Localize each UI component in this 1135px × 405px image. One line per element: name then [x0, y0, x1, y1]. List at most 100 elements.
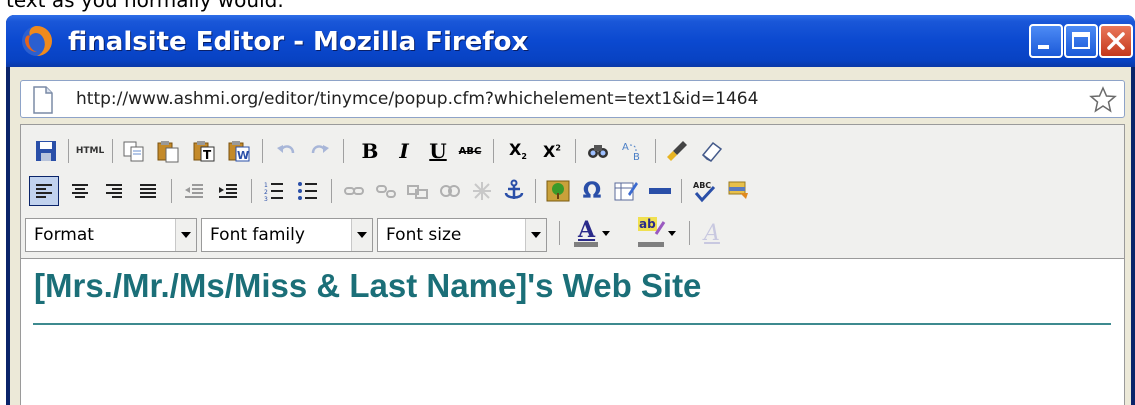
separator: [171, 179, 172, 203]
anchor-button[interactable]: [499, 176, 529, 206]
horizontal-rule-button[interactable]: [645, 176, 675, 206]
minimize-button[interactable]: [1029, 24, 1063, 58]
font-size-select-value: Font size: [386, 225, 462, 245]
font-size-select[interactable]: Font size: [377, 218, 547, 252]
media-button[interactable]: [435, 176, 465, 206]
eraser-button[interactable]: [697, 136, 727, 166]
align-center-button[interactable]: [65, 176, 95, 206]
svg-text:1: 1: [264, 182, 268, 189]
paste-word-icon: W: [228, 141, 250, 162]
table-button[interactable]: [611, 176, 641, 206]
underline-icon: U: [429, 139, 447, 163]
editor-content[interactable]: [Mrs./Mr./Ms/Miss & Last Name]'s Web Sit…: [21, 258, 1124, 405]
browser-window: finalsite Editor - Mozilla Firefox http:…: [6, 15, 1135, 405]
paste-text-button[interactable]: T: [189, 136, 219, 166]
redo-icon: [311, 145, 329, 154]
bullet-list-button[interactable]: [293, 176, 323, 206]
highlight-color-button[interactable]: ab: [633, 217, 679, 248]
style-icon: A: [704, 220, 720, 246]
paste-text-icon: T: [193, 141, 215, 162]
align-right-button[interactable]: [99, 176, 129, 206]
page-heading: [Mrs./Mr./Ms/Miss & Last Name]'s Web Sit…: [34, 267, 702, 304]
separator: [575, 139, 576, 163]
find-button[interactable]: [583, 136, 613, 166]
flash-icon: [473, 182, 491, 200]
bold-button[interactable]: B: [355, 136, 385, 166]
cleanup-button[interactable]: [663, 136, 693, 166]
redo-button[interactable]: [305, 136, 335, 166]
media-icon: [440, 185, 460, 197]
format-select[interactable]: Format: [25, 218, 197, 252]
superscript-button[interactable]: X2: [537, 136, 567, 166]
save-button[interactable]: [31, 136, 61, 166]
paste-word-button[interactable]: W: [224, 136, 254, 166]
svg-text:3: 3: [264, 196, 268, 202]
bullet-list-icon: [298, 182, 317, 200]
separator: [262, 139, 263, 163]
anchor-icon: [504, 179, 524, 199]
numbered-list-icon: 123: [264, 182, 283, 202]
text-color-button[interactable]: A: [569, 217, 613, 248]
indent-button[interactable]: [213, 176, 243, 206]
replace-button[interactable]: AB: [617, 136, 647, 166]
undo-button[interactable]: [271, 136, 301, 166]
window-title: finalsite Editor - Mozilla Firefox: [68, 27, 529, 57]
image-button[interactable]: [403, 176, 433, 206]
strikethrough-button[interactable]: ABC: [455, 136, 485, 166]
separator: [343, 139, 344, 163]
address-bar[interactable]: http://www.ashmi.org/editor/tinymce/popu…: [20, 80, 1125, 118]
title-bar[interactable]: finalsite Editor - Mozilla Firefox: [6, 15, 1135, 67]
underline-button[interactable]: U: [423, 136, 453, 166]
italic-button[interactable]: I: [389, 136, 419, 166]
paste-button[interactable]: [153, 136, 183, 166]
copy-button[interactable]: [119, 136, 149, 166]
insert-image-button[interactable]: [543, 176, 573, 206]
subscript-icon: X2: [509, 140, 527, 162]
svg-text:T: T: [203, 148, 212, 162]
copy-icon: [123, 141, 144, 162]
svg-text:W: W: [237, 149, 249, 162]
strikethrough-icon: ABC: [458, 145, 482, 157]
tinymce-editor: HTML T W B I U ABC X2 X2 A B 1 2 3 Ω ABC…: [20, 124, 1125, 405]
link-button[interactable]: [339, 176, 369, 206]
align-justify-icon: [140, 184, 156, 198]
outdent-button[interactable]: [179, 176, 209, 206]
close-button[interactable]: [1099, 24, 1133, 58]
image-icon: [407, 185, 428, 199]
superscript-icon: X2: [543, 141, 561, 161]
chevron-down-icon: [175, 219, 196, 251]
bookmark-star-icon[interactable]: [1089, 86, 1117, 114]
toolbar-row-1: HTML T W B I U ABC X2 X2 A B: [25, 135, 1117, 169]
maximize-icon: [1072, 32, 1090, 49]
outdent-icon: [185, 184, 203, 198]
special-char-button[interactable]: Ω: [577, 176, 607, 206]
url-text: http://www.ashmi.org/editor/tinymce/popu…: [76, 89, 759, 109]
separator: [331, 179, 332, 203]
spellcheck-button[interactable]: ABC: [689, 176, 719, 206]
style-button[interactable]: A: [697, 218, 727, 248]
paste-icon: [157, 141, 179, 163]
unlink-button[interactable]: [371, 176, 401, 206]
indent-icon: [219, 184, 237, 198]
align-justify-button[interactable]: [133, 176, 163, 206]
flash-button[interactable]: [467, 176, 497, 206]
subscript-button[interactable]: X2: [503, 136, 533, 166]
eraser-icon: [701, 141, 723, 163]
align-left-button[interactable]: [29, 176, 59, 206]
numbered-list-button[interactable]: 123: [259, 176, 289, 206]
html-source-button[interactable]: HTML: [75, 136, 105, 166]
maximize-button[interactable]: [1064, 24, 1098, 58]
template-button[interactable]: [723, 176, 753, 206]
chevron-down-icon: [602, 230, 610, 236]
insert-image-icon: [546, 180, 570, 202]
font-family-select[interactable]: Font family: [201, 218, 373, 252]
svg-text:2: 2: [264, 189, 268, 196]
link-icon: [344, 187, 364, 195]
close-icon: [1107, 32, 1125, 50]
separator: [251, 179, 252, 203]
html-source-icon: HTML: [75, 146, 105, 156]
separator: [681, 179, 682, 203]
italic-icon: I: [399, 139, 409, 163]
chevron-down-icon: [668, 230, 676, 236]
template-icon: [728, 181, 748, 199]
